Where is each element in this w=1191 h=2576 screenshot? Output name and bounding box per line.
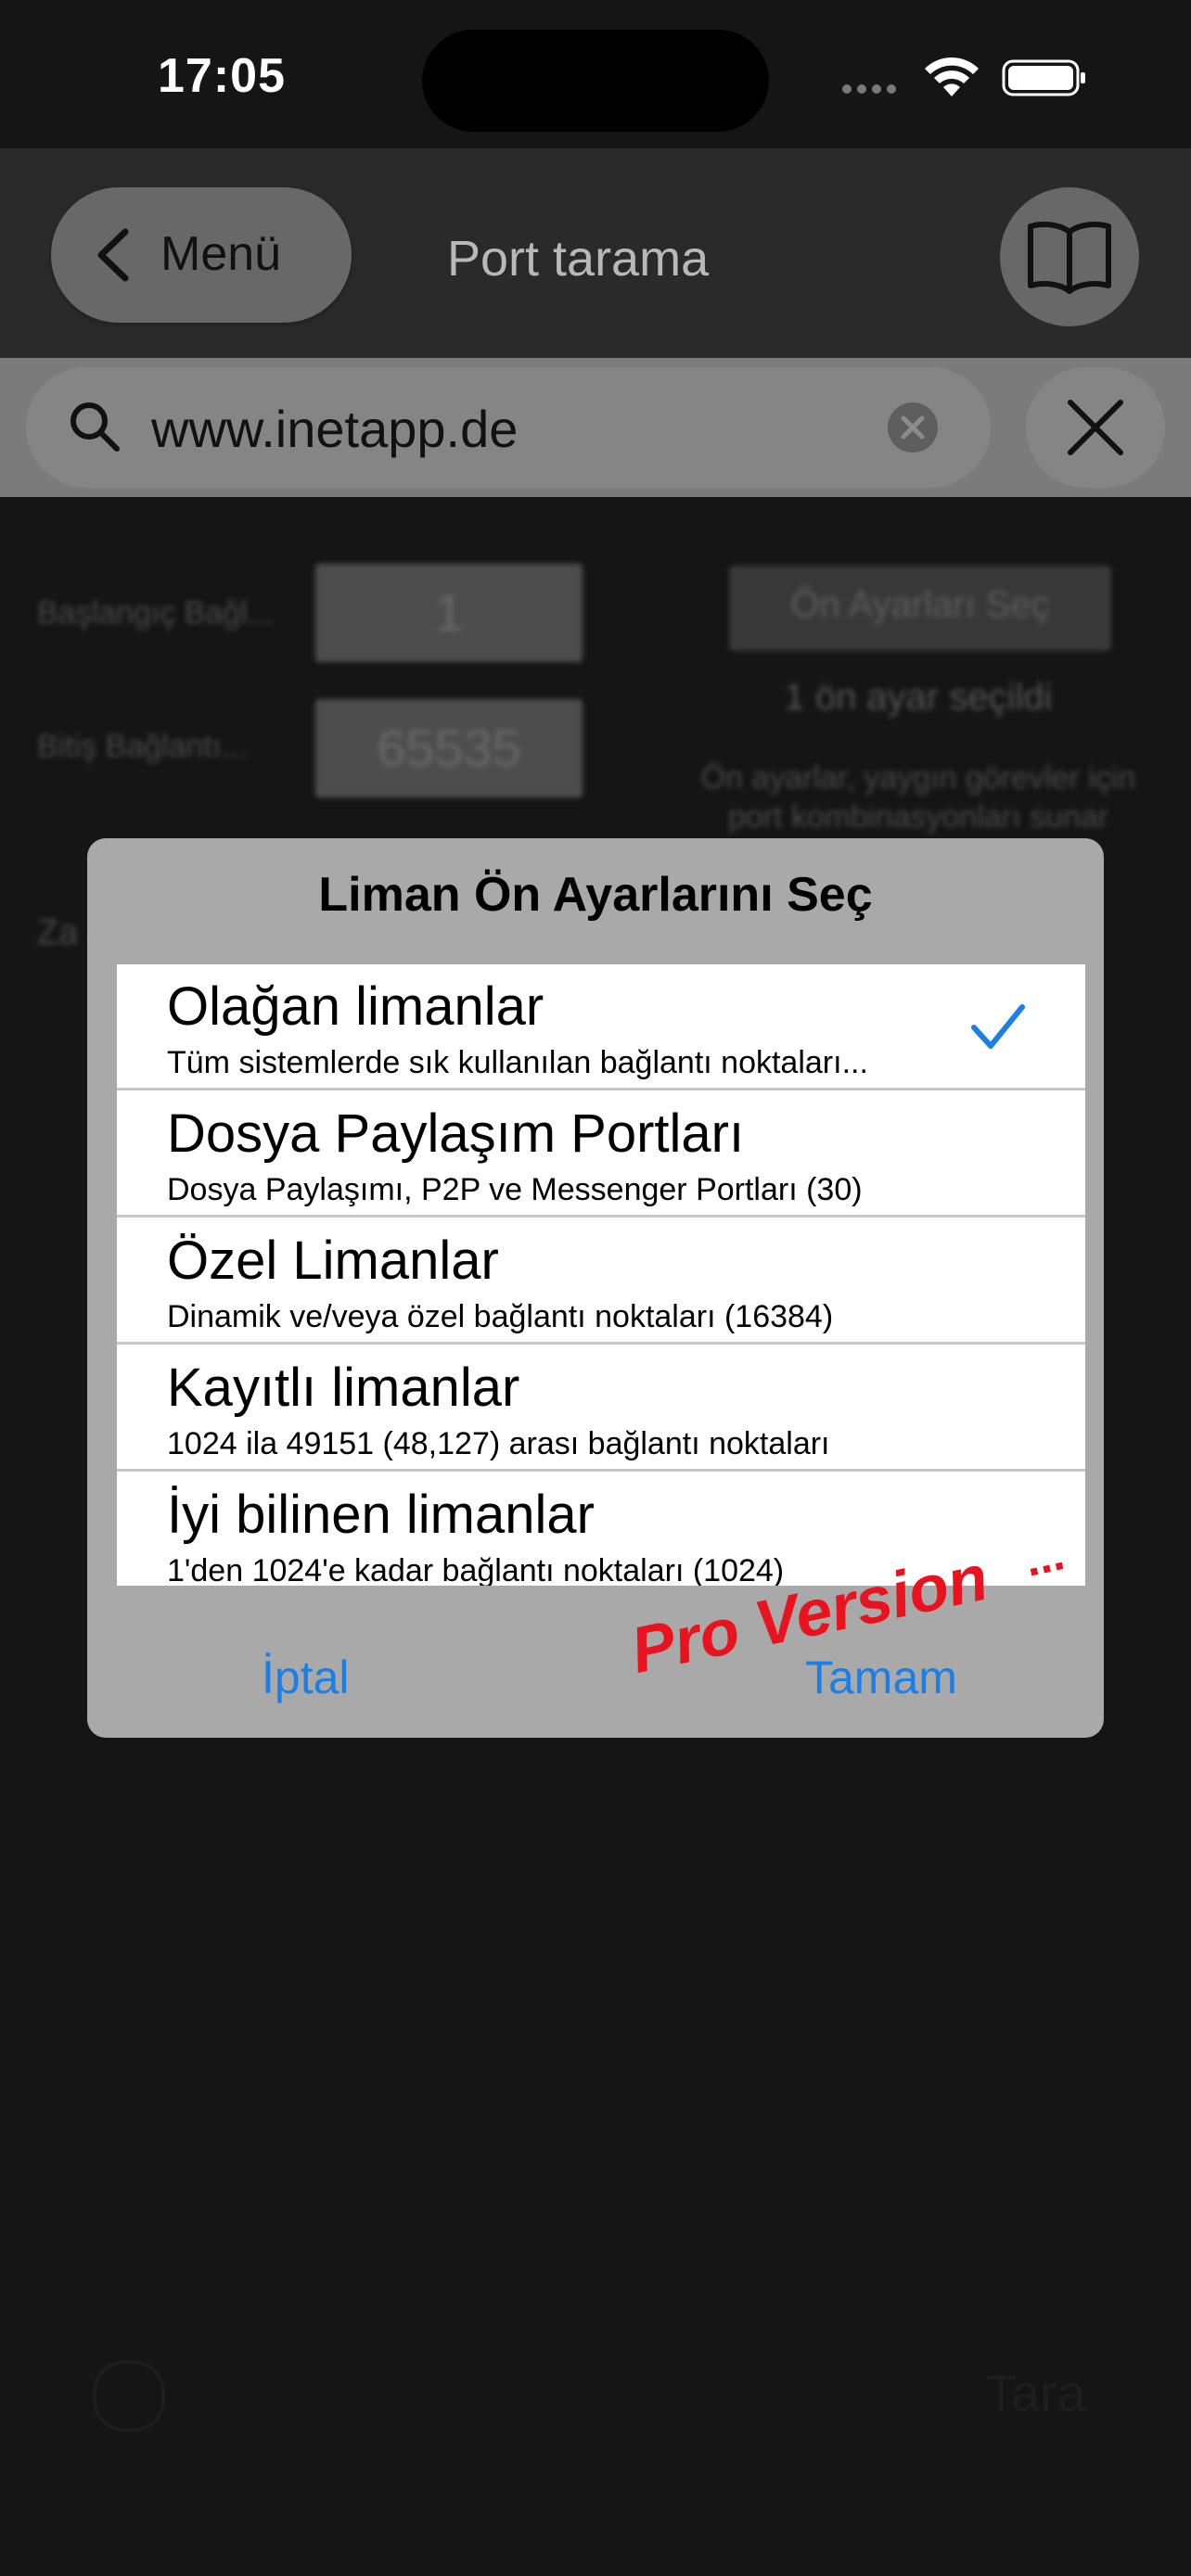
select-presets-label: Ön Ayarları Seç (790, 584, 1050, 625)
preset-list: Olağan limanlar Tüm sistemlerde sık kull… (117, 964, 1085, 1586)
list-item-title: İyi bilinen limanlar (167, 1485, 595, 1545)
dynamic-island (422, 30, 769, 132)
preset-item-file-sharing[interactable]: Dosya Paylaşım Portları Dosya Paylaşımı,… (117, 1091, 1085, 1218)
list-item-subtitle: 1'den 1024'e kadar bağlantı noktaları (1… (167, 1553, 785, 1586)
preset-item-registered-ports[interactable]: Kayıtlı limanlar 1024 ila 49151 (48,127)… (117, 1345, 1085, 1472)
search-input-value[interactable]: www.inetapp.de (151, 399, 518, 459)
dialog-title: Liman Ön Ayarlarını Seç (318, 868, 873, 922)
book-icon (1028, 222, 1111, 294)
preset-item-private-ports[interactable]: Özel Limanlar Dinamik ve/veya özel bağla… (117, 1218, 1085, 1345)
back-button-label: Menü (160, 227, 282, 281)
preset-description: Ön ayarlar, yaygın görevler için port ko… (668, 759, 1169, 836)
cancel-button[interactable]: İptal (262, 1651, 350, 1704)
close-search-button[interactable] (1026, 367, 1165, 488)
start-port-value: 1 (434, 583, 464, 642)
preset-description-line-2: port kombinasyonları sunar (727, 799, 1109, 835)
start-port-label: Başlangıç Bağl... (37, 595, 275, 631)
cellular-signal-icon (842, 82, 907, 95)
list-item-title: Kayıtlı limanlar (167, 1358, 520, 1418)
list-item-subtitle: Dosya Paylaşımı, P2P ve Messenger Portla… (167, 1172, 863, 1207)
preset-description-line-1: Ön ayarlar, yaygın görevler için (700, 760, 1136, 796)
clear-text-icon[interactable] (886, 401, 940, 454)
list-item-subtitle: Dinamik ve/veya özel bağlantı noktaları … (167, 1299, 834, 1334)
chevron-left-icon (97, 228, 129, 282)
end-port-value: 65535 (377, 719, 521, 777)
page-title: Port tarama (447, 231, 710, 287)
checkmark-icon (971, 1004, 1025, 1049)
list-item-title: Özel Limanlar (167, 1231, 499, 1291)
close-icon (1068, 400, 1123, 455)
preset-item-common-ports[interactable]: Olağan limanlar Tüm sistemlerde sık kull… (117, 964, 1085, 1090)
search-icon (70, 402, 120, 452)
battery-icon (1002, 59, 1085, 96)
info-icon[interactable] (93, 2360, 165, 2432)
back-button[interactable]: Menü (51, 187, 352, 323)
ok-button[interactable]: Tamam (805, 1651, 957, 1704)
end-port-label: Bitiş Bağlantı... (37, 729, 248, 764)
list-item-subtitle: Tüm sistemlerde sık kullanılan bağlantı … (167, 1045, 868, 1080)
help-book-button[interactable] (1000, 187, 1139, 326)
wifi-icon (925, 57, 979, 96)
list-item-title: Olağan limanlar (167, 976, 544, 1037)
list-item-title: Dosya Paylaşım Portları (167, 1103, 745, 1164)
preset-count-text: 1 ön ayar seçildi (784, 677, 1053, 718)
timeout-label-partial: Za (37, 913, 79, 952)
list-item-subtitle: 1024 ila 49151 (48,127) arası bağlantı n… (167, 1426, 830, 1461)
status-time: 17:05 (158, 49, 286, 103)
scan-button[interactable]: Tara (985, 2363, 1086, 2423)
